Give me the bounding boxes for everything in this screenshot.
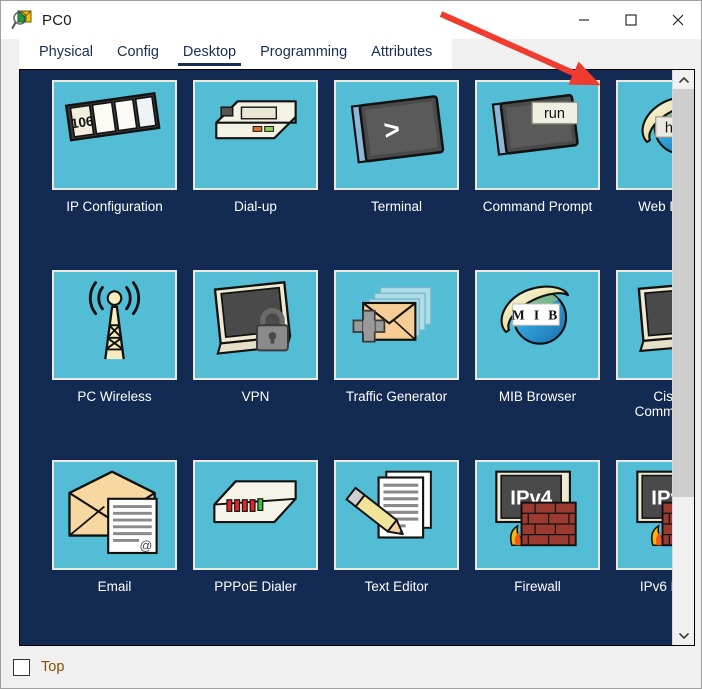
desktop-item-label: Command Prompt (482, 199, 593, 214)
web-browser-icon: http: (616, 80, 672, 190)
top-checkbox[interactable] (13, 658, 30, 676)
traffic-generator-icon (334, 270, 459, 380)
tab-attributes[interactable]: Attributes (359, 39, 444, 64)
mib-browser-icon: M I B (475, 270, 600, 380)
text-editor-pencil-icon (334, 460, 459, 570)
svg-text:http:: http: (665, 120, 672, 136)
vpn-lock-icon (193, 270, 318, 380)
desktop-item-traffic-generator[interactable]: Traffic Generator (333, 270, 460, 460)
icon-row: 106 IP Configuration Dial-up > Terminal … (20, 80, 672, 270)
packet-tracer-icon (11, 9, 33, 31)
top-checkbox-label[interactable]: Top (41, 659, 64, 675)
desktop-item-label: Dial-up (234, 199, 277, 214)
scroll-up-button[interactable] (673, 70, 694, 89)
tab-physical[interactable]: Physical (27, 39, 105, 64)
desktop-item-firewall[interactable]: IPv4 Firewall (474, 460, 601, 645)
desktop-item-label: Cisco IP Communicator (634, 389, 672, 419)
firewall-icon: IPv4 (475, 460, 600, 570)
close-button[interactable] (654, 1, 701, 39)
desktop-item-ip-configuration[interactable]: 106 IP Configuration (51, 80, 178, 270)
desktop-item-label: PPPoE Dialer (214, 579, 297, 594)
desktop-item-label: Firewall (514, 579, 561, 594)
icon-row: @ Email PPPoE Dialer Text Editor IPv4 Fi… (20, 460, 672, 645)
desktop-item-label: Terminal (370, 199, 422, 214)
minimize-button[interactable] (560, 1, 607, 39)
pppoe-dialer-icon (193, 460, 318, 570)
email-icon: @ (52, 460, 177, 570)
desktop-item-label: PC Wireless (77, 389, 152, 404)
desktop-item-label: MIB Browser (498, 389, 577, 404)
scroll-down-button[interactable] (673, 626, 694, 645)
svg-text:106: 106 (70, 113, 95, 131)
tab-desktop[interactable]: Desktop (171, 39, 248, 66)
desktop-item-pc-wireless[interactable]: PC Wireless (51, 270, 178, 460)
minimize-icon (578, 19, 589, 21)
vertical-scrollbar[interactable] (672, 70, 694, 645)
dial-up-modem-icon (193, 80, 318, 190)
terminal-icon: > (334, 80, 459, 190)
desktop-item-web-browser[interactable]: http: Web Browser (615, 80, 672, 270)
desktop-item-dial-up[interactable]: Dial-up (192, 80, 319, 270)
desktop-item-label: Traffic Generator (345, 389, 448, 404)
desktop-item-label: VPN (241, 389, 270, 404)
command-prompt-icon: run (475, 80, 600, 190)
desktop-item-cisco-ip-communicator[interactable]: Cisco IP Communicator (615, 270, 672, 460)
desktop-icon-grid: 106 IP Configuration Dial-up > Terminal … (20, 70, 672, 645)
ip-configuration-icon: 106 (52, 80, 177, 190)
desktop-item-pppoe-dialer[interactable]: PPPoE Dialer (192, 460, 319, 645)
desktop-item-label: Text Editor (364, 579, 429, 594)
desktop-item-label: Email (97, 579, 132, 594)
desktop-item-mib-browser[interactable]: M I B MIB Browser (474, 270, 601, 460)
tab-list: Physical Config Desktop Programming Attr… (19, 39, 453, 69)
desktop-item-label: Web Browser (638, 199, 672, 214)
window-title: PC0 (42, 11, 72, 29)
desktop-item-label: IPv6 Firewall (639, 579, 672, 594)
desktop-item-text-editor[interactable]: Text Editor (333, 460, 460, 645)
tab-programming[interactable]: Programming (248, 39, 359, 64)
maximize-icon (624, 14, 637, 26)
desktop-item-command-prompt[interactable]: run Command Prompt (474, 80, 601, 270)
scrollbar-thumb[interactable] (673, 89, 694, 498)
chevron-up-icon (678, 76, 689, 83)
desktop-item-ipv6-firewall[interactable]: IPv6 (615, 460, 672, 645)
window-controls (560, 1, 701, 39)
packet-tracer-device-window: PC0 Physical Config Desktop Programming … (0, 0, 702, 689)
svg-text:@: @ (140, 539, 153, 553)
svg-text:M I B: M I B (512, 307, 560, 322)
desktop-item-vpn[interactable]: VPN (192, 270, 319, 460)
desktop-item-email[interactable]: @ Email (51, 460, 178, 645)
close-icon (672, 14, 683, 26)
desktop-applications-area: 106 IP Configuration Dial-up > Terminal … (20, 70, 672, 645)
bottom-bar: Top (1, 646, 701, 688)
wireless-tower-icon (52, 270, 177, 380)
scrollbar-track[interactable] (673, 89, 694, 626)
desktop-item-label: IP Configuration (66, 199, 163, 214)
title-bar: PC0 (1, 1, 701, 39)
tab-strip: Physical Config Desktop Programming Attr… (1, 39, 701, 69)
ip-communicator-headset-icon (616, 270, 672, 380)
desktop-item-terminal[interactable]: > Terminal (333, 80, 460, 270)
maximize-button[interactable] (607, 1, 654, 39)
svg-text:run: run (544, 106, 565, 122)
tab-config[interactable]: Config (105, 39, 171, 64)
ipv6-firewall-icon: IPv6 (616, 460, 672, 570)
icon-row: PC Wireless VPN Traffic Generator M I B … (20, 270, 672, 460)
chevron-down-icon (678, 632, 689, 639)
desktop-panel-frame: 106 IP Configuration Dial-up > Terminal … (19, 69, 695, 646)
